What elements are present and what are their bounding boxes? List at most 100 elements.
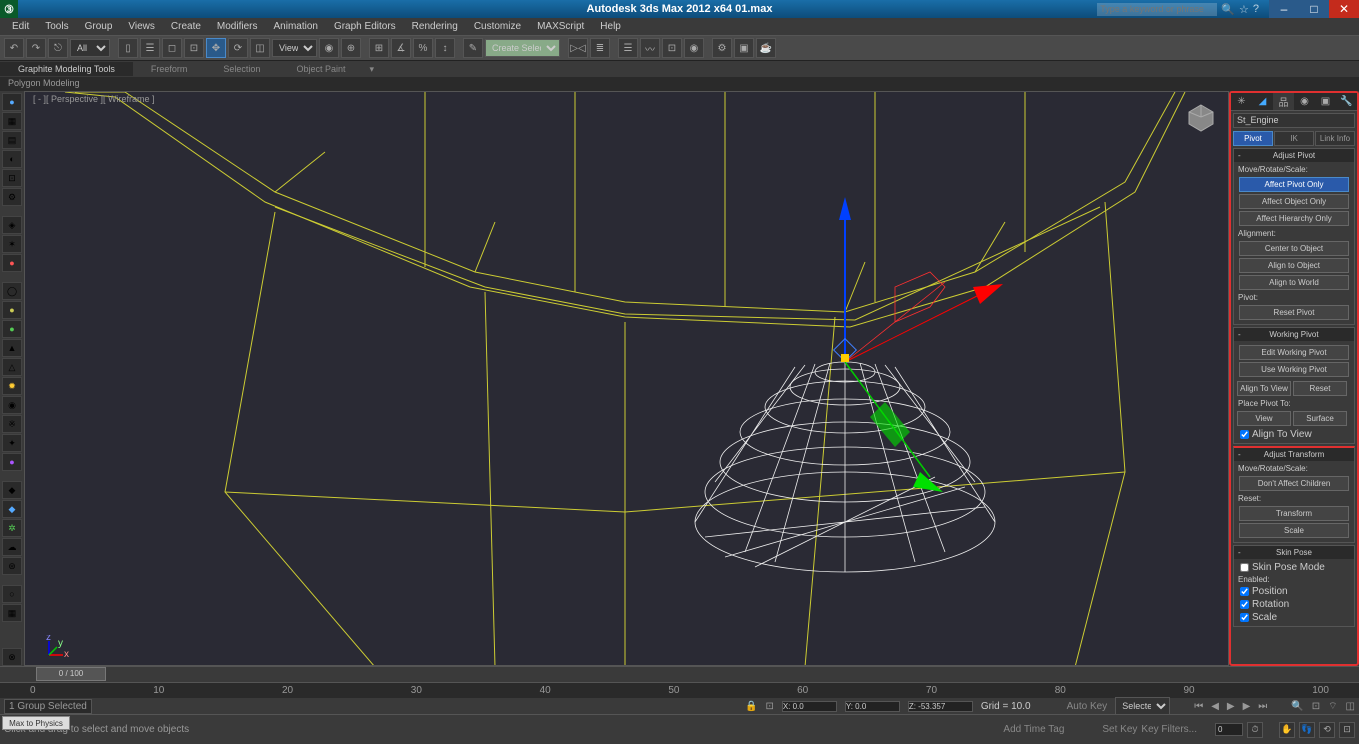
percent-snap[interactable]: % (413, 38, 433, 58)
track-bar[interactable]: 0102030405060708090100 (0, 682, 1359, 698)
maximize-button[interactable]: □ (1299, 0, 1329, 18)
lt-16[interactable]: ✦ (2, 434, 22, 452)
edit-working-pivot-button[interactable]: Edit Working Pivot (1239, 345, 1349, 360)
play-button[interactable]: ▶ (1227, 701, 1235, 712)
search-icon[interactable]: 🔍 (1221, 3, 1235, 16)
select-name-button[interactable]: ☰ (140, 38, 160, 58)
nav-zoom-icon[interactable]: 🔍 (1291, 701, 1303, 712)
rollout-header[interactable]: Adjust Pivot (1234, 149, 1354, 162)
lt-sphere-icon[interactable]: ● (2, 93, 22, 111)
ribbon-tab-selection[interactable]: Selection (205, 62, 278, 76)
next-frame-button[interactable]: ▶ (1243, 701, 1251, 712)
reset-transform-button[interactable]: Transform (1239, 506, 1349, 521)
nav-walk-icon[interactable]: 👣 (1299, 722, 1315, 738)
material-editor-button[interactable]: ◉ (684, 38, 704, 58)
key-filters-button[interactable]: Key Filters... (1141, 724, 1197, 735)
x-coord-input[interactable] (782, 701, 837, 712)
lt-grid-icon[interactable]: ▤ (2, 131, 22, 149)
lt-17[interactable]: ● (2, 453, 22, 471)
ref-coord-system[interactable]: View (272, 39, 317, 57)
minimize-button[interactable]: – (1269, 0, 1299, 18)
object-name-field[interactable]: St_Engine (1233, 113, 1355, 128)
lt-box-icon[interactable]: ▦ (2, 112, 22, 130)
ribbon-tab-freeform[interactable]: Freeform (133, 62, 206, 76)
menu-views[interactable]: Views (120, 19, 163, 34)
lt-22[interactable]: ⊛ (2, 557, 22, 575)
skin-pose-mode-checkbox[interactable] (1240, 563, 1249, 572)
rollout-header[interactable]: Adjust Transform (1234, 448, 1354, 461)
tab-create-icon[interactable]: ✳ (1231, 93, 1252, 110)
manipulate-button[interactable]: ⊕ (341, 38, 361, 58)
nav-maximize-icon[interactable]: ⊡ (1339, 722, 1355, 738)
redo-button[interactable]: ↷ (26, 38, 46, 58)
prev-frame-button[interactable]: ◀ (1211, 701, 1219, 712)
viewport[interactable]: [ - ][ Perspective ][ Wireframe ] (24, 91, 1229, 666)
app-logo[interactable]: ③ (0, 0, 18, 18)
render-setup-button[interactable]: ⚙ (712, 38, 732, 58)
lt-7[interactable]: ✶ (2, 235, 22, 253)
tab-modify-icon[interactable]: ◢ (1252, 93, 1273, 110)
lt-pyramid-icon[interactable]: △ (2, 358, 22, 376)
window-crossing-button[interactable]: ⊡ (184, 38, 204, 58)
rotate-button[interactable]: ⟳ (228, 38, 248, 58)
time-slider[interactable]: 0 / 100 (0, 666, 1359, 682)
center-to-object-button[interactable]: Center to Object (1239, 241, 1349, 256)
tab-motion-icon[interactable]: ◉ (1294, 93, 1315, 110)
reset-wp-button[interactable]: Reset (1293, 381, 1347, 396)
align-to-view-checkbox[interactable] (1240, 430, 1249, 439)
nav-fov-icon[interactable]: ⌔ (1328, 700, 1337, 713)
lt-10[interactable]: ● (2, 301, 22, 319)
scale-checkbox[interactable] (1240, 613, 1249, 622)
reset-pivot-button[interactable]: Reset Pivot (1239, 305, 1349, 320)
lt-15[interactable]: ※ (2, 415, 22, 433)
undo-button[interactable]: ↶ (4, 38, 24, 58)
link-button[interactable]: ⎋ (48, 38, 68, 58)
lt-5[interactable]: ⚙ (2, 188, 22, 206)
lt-18[interactable]: ◆ (2, 481, 22, 499)
rollout-header[interactable]: Working Pivot (1234, 328, 1354, 341)
help-icon[interactable]: ☆ (1239, 3, 1249, 16)
z-coord-input[interactable] (908, 701, 973, 712)
lt-23[interactable]: ○ (2, 585, 22, 603)
place-view-button[interactable]: View (1237, 411, 1291, 426)
schematic-button[interactable]: ⊡ (662, 38, 682, 58)
position-checkbox[interactable] (1240, 587, 1249, 596)
select-button[interactable]: ▯ (118, 38, 138, 58)
dont-affect-children-button[interactable]: Don't Affect Children (1239, 476, 1349, 491)
set-key-button[interactable]: Set Key (1102, 724, 1137, 735)
close-button[interactable]: ✕ (1329, 0, 1359, 18)
spinner-snap[interactable]: ↕ (435, 38, 455, 58)
menu-tools[interactable]: Tools (37, 19, 76, 34)
named-selection-sets[interactable]: Create Selection Se (485, 39, 560, 57)
align-to-world-button[interactable]: Align to World (1239, 275, 1349, 290)
menu-maxscript[interactable]: MAXScript (529, 19, 592, 34)
mirror-button[interactable]: ▷◁ (568, 38, 588, 58)
viewcube[interactable] (1186, 102, 1216, 132)
tab-display-icon[interactable]: ▣ (1315, 93, 1336, 110)
coord-display-icon[interactable]: ⊡ (765, 701, 773, 712)
align-button[interactable]: ≣ (590, 38, 610, 58)
subtab-ik[interactable]: IK (1274, 131, 1314, 146)
lt-9[interactable]: ◯ (2, 282, 22, 300)
lt-8[interactable]: ● (2, 254, 22, 272)
help-search-input[interactable] (1097, 3, 1217, 16)
nav-region-icon[interactable]: ◫ (1346, 701, 1355, 712)
align-to-object-button[interactable]: Align to Object (1239, 258, 1349, 273)
nav-pan-icon[interactable]: ✋ (1279, 722, 1295, 738)
curve-editor-button[interactable]: 〰 (640, 38, 660, 58)
render-button[interactable]: ☕ (756, 38, 776, 58)
affect-pivot-only-button[interactable]: Affect Pivot Only (1239, 177, 1349, 192)
lt-24[interactable]: ▦ (2, 604, 22, 622)
named-sel-edit[interactable]: ✎ (463, 38, 483, 58)
affect-hierarchy-only-button[interactable]: Affect Hierarchy Only (1239, 211, 1349, 226)
lt-maxscript-icon[interactable]: ⊗ (2, 648, 22, 666)
layers-button[interactable]: ☰ (618, 38, 638, 58)
subtab-linkinfo[interactable]: Link Info (1315, 131, 1355, 146)
nav-orbit-icon[interactable]: ⟲ (1319, 722, 1335, 738)
time-slider-handle[interactable]: 0 / 100 (36, 667, 106, 681)
menu-grapheditors[interactable]: Graph Editors (326, 19, 404, 34)
ribbon-tab-graphite[interactable]: Graphite Modeling Tools (0, 62, 133, 76)
use-working-pivot-button[interactable]: Use Working Pivot (1239, 362, 1349, 377)
lt-cylinder-icon[interactable]: ◐ (2, 150, 22, 168)
help-icon2[interactable]: ? (1253, 3, 1259, 15)
